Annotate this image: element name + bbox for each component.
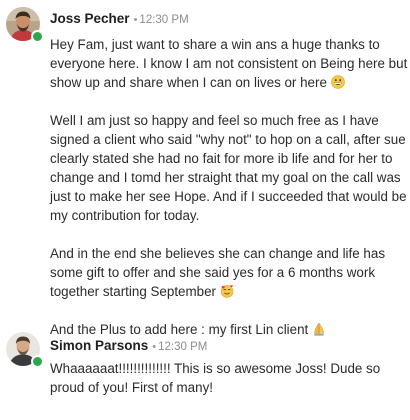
post-body: Whaaaaaat!!!!!!!!!!!!!! This is so aweso…: [50, 359, 410, 397]
post-timestamp[interactable]: 12:30 PM: [158, 341, 207, 353]
header-separator: •: [133, 14, 138, 26]
post-header: Simon Parsons • 12:30 PM: [50, 338, 207, 355]
paragraph-text: Well I am just so happy and feel so much…: [50, 113, 407, 223]
post-timestamp[interactable]: 12:30 PM: [139, 14, 188, 26]
post-paragraph: And the Plus to add here : my first Lin …: [50, 320, 410, 339]
paragraph-text: And the Plus to add here : my first Lin …: [50, 322, 312, 337]
grinning-face-emoji-icon: [330, 75, 345, 89]
header-separator: •: [152, 341, 157, 353]
folded-hands-emoji-icon: [312, 322, 326, 336]
paragraph-text: Whaaaaaat!!!!!!!!!!!!!! This is so aweso…: [50, 361, 381, 395]
post-body: Hey Fam, just want to share a win ans a …: [50, 35, 410, 339]
paragraph-text: Hey Fam, just want to share a win ans a …: [50, 37, 408, 90]
post-paragraph: And in the end she believes she can chan…: [50, 244, 410, 301]
author-avatar[interactable]: [6, 332, 44, 370]
online-status-dot: [31, 30, 44, 43]
post-paragraph: Whaaaaaat!!!!!!!!!!!!!! This is so aweso…: [50, 359, 410, 397]
author-name[interactable]: Simon Parsons: [50, 338, 148, 353]
post-header: Joss Pecher • 12:30 PM: [50, 11, 189, 28]
smiling-face-with-hearts-emoji-icon: [220, 284, 234, 298]
post-paragraph: Hey Fam, just want to share a win ans a …: [50, 35, 410, 92]
online-status-dot: [31, 355, 44, 368]
post-paragraph: Well I am just so happy and feel so much…: [50, 111, 410, 225]
author-avatar[interactable]: [6, 7, 44, 45]
author-name[interactable]: Joss Pecher: [50, 11, 130, 26]
paragraph-text: And in the end she believes she can chan…: [50, 246, 386, 299]
